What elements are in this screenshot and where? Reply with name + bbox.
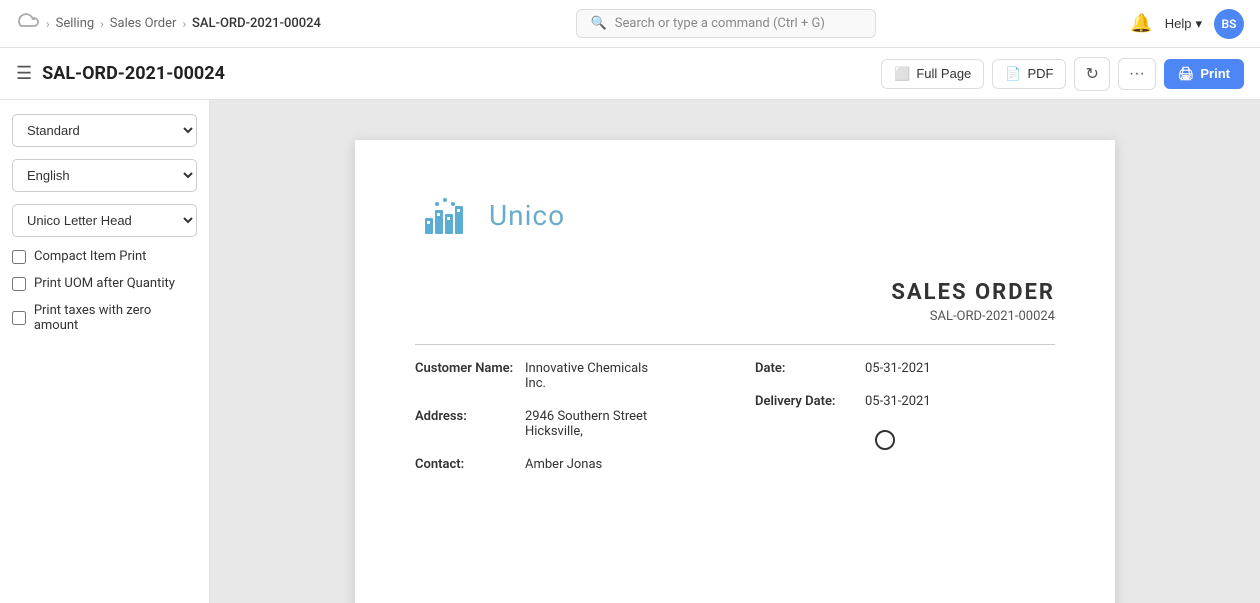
company-logo-icon [415,190,475,240]
date-value: 05-31-2021 [865,361,931,376]
customer-name-label: Customer Name: [415,361,525,376]
help-label: Help [1165,16,1192,31]
menu-icon[interactable]: ☰ [16,63,32,84]
breadcrumb-sales-order[interactable]: Sales Order [110,16,177,31]
print-taxes-option[interactable]: Print taxes with zero amount [12,303,197,333]
avatar[interactable]: BS [1214,9,1244,39]
document-divider [415,344,1055,345]
sidebar: Standard English Unico Letter Head Compa… [0,100,210,603]
breadcrumb-sep-1: › [46,17,50,31]
sub-header-left: ☰ SAL-ORD-2021-00024 [16,63,225,84]
pdf-button[interactable]: 📄 PDF [992,59,1066,89]
company-logo: Unico [415,190,565,240]
pdf-label: PDF [1027,66,1053,81]
search-bar[interactable]: 🔍 Search or type a command (Ctrl + G) [576,9,876,38]
help-chevron-icon: ▾ [1195,16,1202,32]
document-fields-right: Date: 05-31-2021 Delivery Date: 05-31-20… [755,361,1055,490]
company-name: Unico [489,199,565,232]
document-title: SALES ORDER [415,280,1055,305]
breadcrumb-area: › Selling › Sales Order › SAL-ORD-2021-0… [16,9,321,38]
more-options-button[interactable]: ··· [1118,58,1156,90]
full-page-icon: ⬜ [894,66,910,82]
delivery-date-label: Delivery Date: [755,394,865,409]
print-uom-option[interactable]: Print UOM after Quantity [12,276,197,291]
print-uom-label: Print UOM after Quantity [34,276,175,291]
page-title: SAL-ORD-2021-00024 [42,63,225,84]
search-placeholder-text: Search or type a command (Ctrl + G) [615,16,825,31]
help-button[interactable]: Help ▾ [1165,16,1202,32]
contact-value: Amber Jonas [525,457,602,472]
delivery-date-field: Delivery Date: 05-31-2021 [755,394,1055,409]
search-area: 🔍 Search or type a command (Ctrl + G) [321,9,1130,38]
refresh-button[interactable]: ↻ [1074,57,1109,91]
full-page-label: Full Page [916,66,971,81]
contact-label: Contact: [415,457,525,472]
address-value: 2946 Southern StreetHicksville, [525,409,647,439]
sub-header: ☰ SAL-ORD-2021-00024 ⬜ Full Page 📄 PDF ↻… [0,48,1260,100]
date-field: Date: 05-31-2021 [755,361,1055,376]
print-taxes-checkbox[interactable] [12,311,26,325]
compact-item-print-checkbox[interactable] [12,250,26,264]
breadcrumb-current: SAL-ORD-2021-00024 [192,16,321,31]
document-fields-left: Customer Name: Innovative ChemicalsInc. … [415,361,715,490]
full-page-button[interactable]: ⬜ Full Page [881,59,984,89]
sub-header-actions: ⬜ Full Page 📄 PDF ↻ ··· 🖨 Print [881,57,1244,91]
compact-item-print-label: Compact Item Print [34,249,146,264]
date-label: Date: [755,361,865,376]
logo-icon[interactable] [16,9,40,38]
print-label: Print [1200,66,1230,81]
delivery-date-value: 05-31-2021 [865,394,931,409]
breadcrumb-sep-3: › [182,17,186,31]
document-id: SAL-ORD-2021-00024 [415,309,1055,324]
document-fields: Customer Name: Innovative ChemicalsInc. … [415,361,1055,490]
print-taxes-label: Print taxes with zero amount [34,303,197,333]
breadcrumb-sep-2: › [100,17,104,31]
address-field: Address: 2946 Southern StreetHicksville, [415,409,715,439]
print-uom-checkbox[interactable] [12,277,26,291]
cursor-indicator [875,430,895,450]
print-button[interactable]: 🖨 Print [1164,59,1244,89]
compact-item-print-option[interactable]: Compact Item Print [12,249,197,264]
language-select[interactable]: English [12,159,197,192]
pdf-icon: 📄 [1005,66,1021,82]
notifications-icon[interactable]: 🔔 [1130,13,1152,34]
document-header: Unico [415,190,1055,240]
top-navigation: › Selling › Sales Order › SAL-ORD-2021-0… [0,0,1260,48]
document-title-section: SALES ORDER SAL-ORD-2021-00024 [415,280,1055,324]
address-label: Address: [415,409,525,424]
document-page: Unico SALES ORDER SAL-ORD-2021-00024 Cus… [355,140,1115,603]
customer-name-value: Innovative ChemicalsInc. [525,361,648,391]
main-layout: Standard English Unico Letter Head Compa… [0,100,1260,603]
contact-field: Contact: Amber Jonas [415,457,715,472]
top-nav-right: 🔔 Help ▾ BS [1130,9,1244,39]
letterhead-select[interactable]: Unico Letter Head [12,204,197,237]
document-area: Unico SALES ORDER SAL-ORD-2021-00024 Cus… [210,100,1260,603]
customer-name-field: Customer Name: Innovative ChemicalsInc. [415,361,715,391]
breadcrumb-selling[interactable]: Selling [56,16,95,31]
print-icon: 🖨 [1178,66,1195,82]
format-select[interactable]: Standard [12,114,197,147]
search-icon: 🔍 [591,16,607,31]
